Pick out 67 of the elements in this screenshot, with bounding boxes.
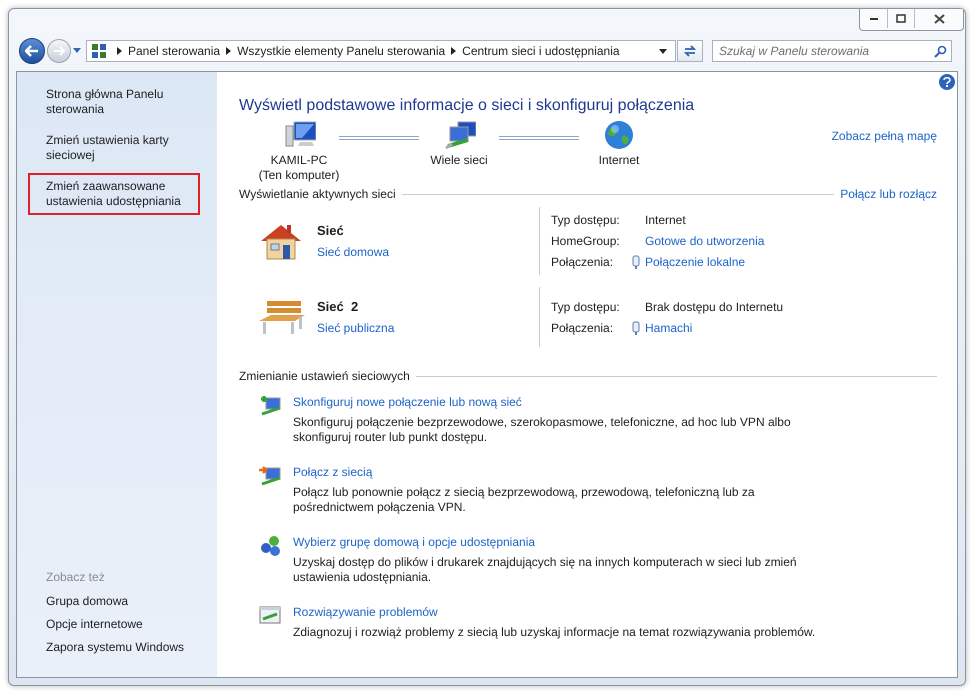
task-link[interactable]: Rozwiązywanie problemów [293,603,823,621]
field-label: Połączenia: [551,320,614,336]
field-value: Brak dostępu do Internetu [645,298,784,316]
sidebar-link[interactable]: Opcje internetowe [46,617,188,632]
node-label: (Ten komputer) [258,168,340,183]
breadcrumb[interactable]: Centrum sieci i udostępniania [462,42,620,60]
dropdown-icon[interactable] [659,48,667,54]
node-label: Internet [598,153,640,168]
breadcrumb[interactable]: Panel sterowania [128,42,220,60]
field-label: Połączenia: [551,254,614,271]
back-arrow-icon [25,45,39,57]
value-link[interactable]: Hamachi [645,318,692,336]
value-link[interactable]: Gotowe do utworzenia [645,232,764,250]
task-link[interactable]: Wybierz grupę domową i opcje udostępniania [293,533,823,551]
task-description: Zdiagnozuj i rozwiąż problemy z siecią lub uzyskaj informacje na temat rozwiązywania problemów. [293,625,816,640]
refresh-icon [683,44,697,58]
forward-arrow-icon [53,46,65,56]
network-type-link[interactable]: Sieć publiczna [317,318,394,337]
sidebar-link[interactable]: Grupa domowa [46,594,188,609]
ethernet-icon [631,255,641,269]
task-description: Uzyskaj dostęp do plików i drukarek znajdujących się na innych komputerach w sieci lub zmień ustawienia udostępniania. [293,555,798,585]
task-description: Skonfiguruj połączenie bezprzewodowe, szerokopasmowe, telefoniczne, ad hoc lub VPN albo skonfiguruj router lub punkt dostępu. [293,415,792,445]
network-icon [442,120,476,150]
sidebar-link[interactable]: Strona główna Panelu sterowania [38,87,196,117]
close-icon [934,14,944,24]
question-mark-icon [943,77,951,87]
globe-icon [602,120,636,150]
chevron-icon [451,47,456,55]
sidebar-link[interactable]: Zmień ustawienia karty sieciowej [38,133,196,163]
full-map-link[interactable]: Zobacz pełną mapę [832,127,937,145]
field-label: Typ dostępu: [551,298,621,316]
value-link[interactable]: Połączenie lokalne [645,253,746,271]
breadcrumb[interactable]: Wszystkie elementy Panelu sterowania [237,42,446,60]
field-label: HomeGroup: [551,233,621,250]
sidebar-link[interactable]: Zapora systemu Windows [46,640,188,655]
refresh-button[interactable] [677,40,703,62]
troubleshoot-icon [258,604,282,626]
minimize-icon [868,16,878,20]
task-description: Połącz lub ponownie połącz z siecią bezprzewodową, przewodową, telefoniczną lub za pośrednictwem połączenia VPN. [293,485,756,515]
section-label: Zobacz też [46,569,106,586]
homegroup-icon [258,534,282,556]
page-heading: Wyświetl podstawowe informacje o sieci i skonfiguruj połączenia [239,96,696,116]
ethernet-icon [631,320,641,334]
search-field[interactable]: Szukaj w Panelu sterowania [712,40,952,62]
network-name: Sieć 2 [317,298,360,316]
chevron-icon [226,47,232,55]
help-button[interactable] [939,74,955,90]
field-value: Internet [645,212,686,229]
new-network-icon [258,394,282,416]
node-label: KAMIL-PC [270,153,328,168]
address-bar[interactable]: Panel sterowania Wszystkie elementy Panelu sterowania Centrum sieci i udostępniania [86,40,676,62]
network-type-link[interactable]: Sieć domowa [317,242,390,261]
connect-icon [258,464,282,486]
sidebar-link[interactable]: Zmień zaawansowane ustawienia udostępniania [28,173,200,215]
search-icon [934,45,947,58]
task-link[interactable]: Połącz z siecią [293,463,823,481]
field-label: Typ dostępu: [551,212,621,229]
back-button[interactable] [19,38,45,64]
maximize-icon [896,14,906,23]
chevron-icon [117,47,122,55]
connect-link[interactable]: Połącz lub rozłącz [840,185,937,203]
network-name: Sieć [317,222,345,240]
section-title: Wyświetlanie aktywnych sieci [239,186,396,203]
task-link[interactable]: Skonfiguruj nowe połączenie lub nową sieć [293,393,823,411]
section-title: Zmienianie ustawień sieciowych [239,368,410,385]
control-panel-icon [91,43,107,59]
node-label: Wiele sieci [430,153,488,168]
